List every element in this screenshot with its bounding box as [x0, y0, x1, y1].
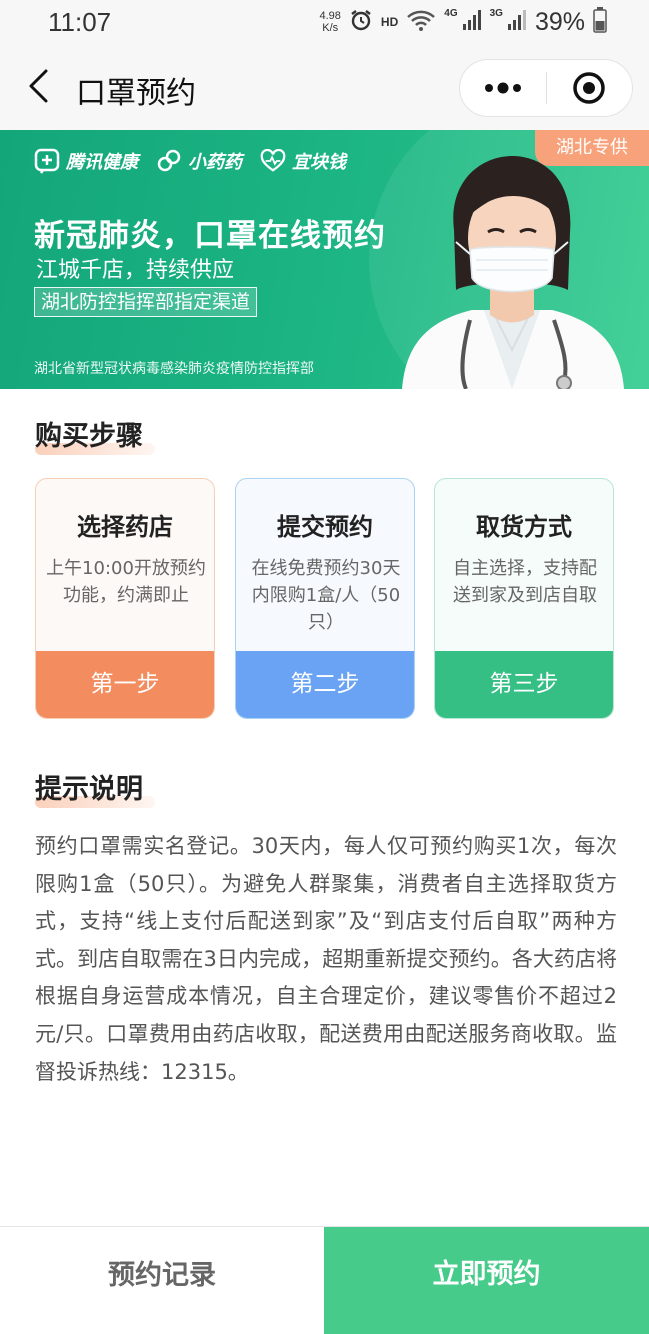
step-card-3: 取货方式 自主选择，支持配送到家及到店自取 第三步	[434, 478, 614, 719]
notes-section-title: 提示说明	[35, 767, 155, 808]
more-button[interactable]	[460, 60, 546, 116]
battery-percent: 39%	[534, 7, 585, 36]
banner-official-tag: 湖北防控指挥部指定渠道	[34, 287, 258, 317]
signal-bars-icon	[507, 8, 527, 36]
brand-tencent-health: 腾讯健康	[34, 148, 138, 174]
status-icons: 4.98 K/s HD 4G 3G 39%	[320, 6, 608, 38]
mini-program-capsule	[459, 59, 633, 117]
doctor-illustration	[402, 156, 624, 389]
net-speed-unit: K/s	[322, 22, 339, 34]
step-name: 提交预约	[277, 513, 373, 541]
close-target-icon	[573, 72, 605, 104]
alarm-icon	[349, 8, 373, 36]
brand-name: 小药药	[188, 152, 242, 173]
status-bar: 11:07 4.98 K/s HD 4G 3G 39%	[0, 0, 649, 46]
brand-yikuaiqian: 宜块钱	[260, 148, 346, 174]
bottom-action-bar: 预约记录 立即预约	[0, 1226, 649, 1334]
step-description: 自主选择，支持配送到家及到店自取	[453, 558, 597, 606]
net-speed: 4.98 K/s	[320, 10, 341, 34]
wifi-icon	[406, 8, 436, 36]
brand-name: 宜块钱	[292, 152, 346, 173]
steps-section-title: 购买步骤	[35, 414, 155, 455]
back-button[interactable]	[18, 64, 58, 108]
reservation-records-button[interactable]: 预约记录	[0, 1227, 324, 1334]
brand-name: 腾讯健康	[66, 152, 138, 173]
step-label: 第三步	[435, 651, 613, 718]
step-card-2: 提交预约 在线免费预约30天内限购1盒/人（50只） 第二步	[235, 478, 415, 719]
step-name: 选择药店	[77, 513, 173, 541]
net-speed-value: 4.98	[319, 10, 341, 22]
signal-label-4g: 4G	[444, 8, 458, 19]
step-label: 第一步	[36, 651, 214, 718]
heart-pulse-logo-icon	[260, 148, 286, 174]
step-description: 上午10:00开放预约功能，约满即止	[46, 558, 206, 606]
banner-footer: 湖北省新型冠状病毒感染肺炎疫情防控指挥部	[34, 361, 314, 377]
step-card-1: 选择药店 上午10:00开放预约功能，约满即止 第一步	[35, 478, 215, 719]
section-title-text: 提示说明	[35, 774, 143, 805]
section-title-text: 购买步骤	[35, 421, 143, 452]
tencent-health-logo-icon	[34, 148, 60, 174]
hd-badge: HD	[380, 15, 399, 29]
more-dots-icon	[484, 82, 521, 94]
step-name: 取货方式	[476, 513, 572, 541]
nav-bar: 口罩预约	[0, 46, 649, 130]
brand-row: 腾讯健康 小药药 宜块钱	[34, 148, 346, 174]
battery-icon	[593, 7, 607, 37]
brand-xiaoyaoyao: 小药药	[156, 148, 242, 174]
page-title: 口罩预约	[76, 76, 196, 111]
back-arrow-icon	[29, 69, 48, 103]
promo-banner[interactable]: 腾讯健康 小药药 宜块钱 湖北专供 新冠肺炎，口罩在线预约 江城千店，持续供应 …	[0, 130, 649, 389]
signal-label-3g: 3G	[489, 8, 503, 19]
xiaoyaoyao-logo-icon	[156, 148, 182, 174]
status-time: 11:07	[48, 7, 112, 37]
close-miniprogram-button[interactable]	[547, 60, 633, 116]
step-description: 在线免费预约30天内限购1盒/人（50只）	[251, 558, 401, 633]
reserve-now-button[interactable]: 立即预约	[324, 1227, 649, 1334]
step-label: 第二步	[236, 651, 414, 718]
page: 11:07 4.98 K/s HD 4G 3G 39% 口罩预约 腾讯健康 小药…	[0, 0, 649, 1334]
notes-body: 预约口罩需实名登记。30天内，每人仅可预约购买1次，每次限购1盒（50只）。为避…	[35, 834, 617, 1084]
banner-title: 新冠肺炎，口罩在线预约	[34, 218, 386, 254]
banner-subtitle: 江城千店，持续供应	[36, 258, 235, 283]
signal-bars-icon	[462, 8, 482, 36]
